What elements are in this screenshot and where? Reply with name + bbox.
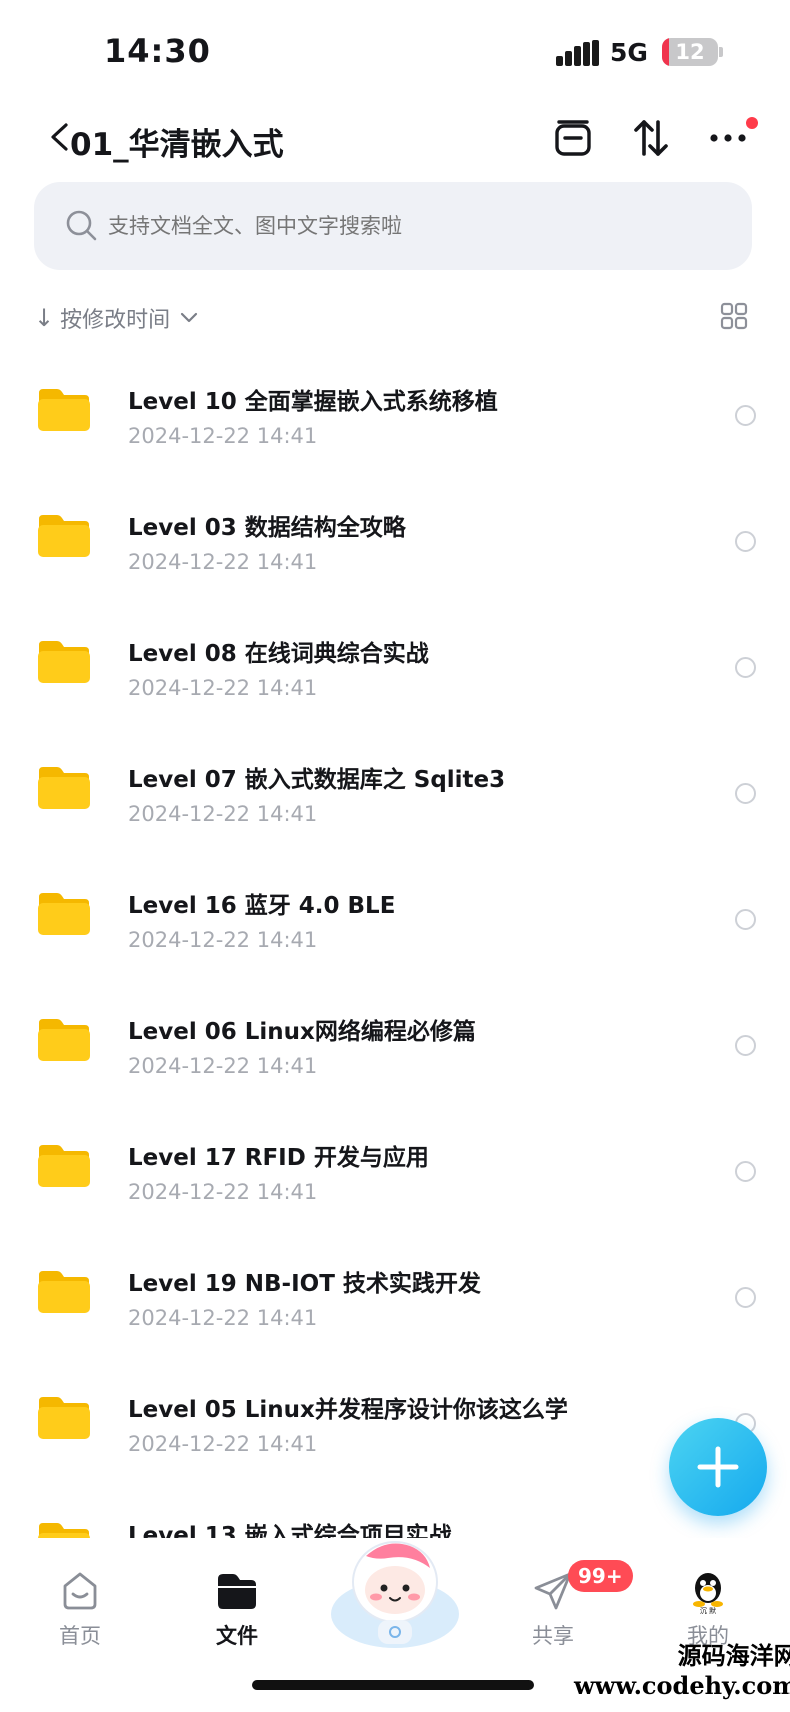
- watermark: 源码海洋网 www.codehy.com: [574, 1636, 790, 1700]
- file-name: Level 10 全面掌握嵌入式系统移植: [128, 389, 498, 415]
- watermark-url: www.codehy.com: [574, 1671, 790, 1700]
- file-name: Level 17 RFID 开发与应用: [128, 1145, 429, 1171]
- select-checkbox[interactable]: [735, 1035, 756, 1056]
- file-name: Level 07 嵌入式数据库之 Sqlite3: [128, 767, 506, 793]
- battery-level: 12: [675, 40, 705, 64]
- watermark-title: 源码海洋网: [677, 1641, 790, 1670]
- grid-view-icon[interactable]: [720, 302, 748, 330]
- network-label: 5G: [610, 38, 648, 67]
- tab-label: 文件: [216, 1624, 258, 1648]
- folder-icon: [38, 767, 90, 809]
- folder-icon: [218, 1574, 256, 1609]
- sort-toggle-icon[interactable]: [629, 116, 673, 160]
- status-time: 14:30: [104, 32, 211, 70]
- folder-icon: [38, 893, 90, 935]
- home-icon: [63, 1572, 97, 1610]
- file-row[interactable]: Level 08 在线词典综合实战 2024-12-22 14:41: [0, 600, 790, 726]
- chevron-down-icon: [181, 312, 198, 323]
- more-options-icon[interactable]: [706, 116, 750, 160]
- select-checkbox[interactable]: [735, 657, 756, 678]
- file-date: 2024-12-22 14:41: [128, 1180, 318, 1204]
- file-date: 2024-12-22 14:41: [128, 802, 318, 826]
- sort-selector[interactable]: ↓ 按修改时间: [34, 302, 198, 334]
- folder-icon: [38, 1145, 90, 1187]
- add-button[interactable]: [669, 1418, 767, 1516]
- select-checkbox[interactable]: [735, 783, 756, 804]
- folder-icon: [38, 1523, 90, 1538]
- transfer-list-icon[interactable]: [551, 116, 595, 160]
- notification-dot: [746, 117, 758, 129]
- file-date: 2024-12-22 14:41: [128, 1432, 318, 1456]
- file-name: Level 19 NB-IOT 技术实践开发: [128, 1271, 481, 1297]
- file-name: Level 16 蓝牙 4.0 BLE: [128, 893, 396, 919]
- file-name: Level 06 Linux网络编程必修篇: [128, 1019, 476, 1045]
- page-title: 01_华清嵌入式: [70, 127, 284, 163]
- status-bar: 14:30 5G 12: [0, 0, 790, 100]
- file-row[interactable]: Level 19 NB-IOT 技术实践开发 2024-12-22 14:41: [0, 1230, 790, 1356]
- select-checkbox[interactable]: [735, 909, 756, 930]
- search-icon: [66, 210, 97, 241]
- avatar-caption: 沉 默: [700, 1606, 716, 1614]
- file-name: Level 03 数据结构全攻略: [128, 515, 406, 541]
- search-input[interactable]: [108, 182, 708, 270]
- mascot-icon[interactable]: [326, 1532, 464, 1652]
- folder-icon: [38, 1397, 90, 1439]
- folder-icon: [38, 641, 90, 683]
- file-date: 2024-12-22 14:41: [128, 1054, 318, 1078]
- select-checkbox[interactable]: [735, 405, 756, 426]
- file-name: Level 08 在线词典综合实战: [128, 641, 429, 667]
- search-bar[interactable]: [34, 182, 752, 270]
- file-row[interactable]: Level 07 嵌入式数据库之 Sqlite3 2024-12-22 14:4…: [0, 726, 790, 852]
- share-notification-badge: 99+: [568, 1560, 633, 1592]
- file-row[interactable]: Level 16 蓝牙 4.0 BLE 2024-12-22 14:41: [0, 852, 790, 978]
- select-checkbox[interactable]: [735, 1287, 756, 1308]
- file-row[interactable]: Level 06 Linux网络编程必修篇 2024-12-22 14:41: [0, 978, 790, 1104]
- select-checkbox[interactable]: [735, 531, 756, 552]
- sort-direction-icon: ↓: [34, 304, 55, 332]
- folder-icon: [38, 1019, 90, 1061]
- file-date: 2024-12-22 14:41: [128, 550, 318, 574]
- tab-home[interactable]: 首页: [30, 1568, 130, 1650]
- tab-label: 首页: [59, 1624, 101, 1648]
- home-indicator: [252, 1680, 534, 1690]
- back-chevron-icon[interactable]: [48, 122, 72, 152]
- avatar-icon: 沉 默: [693, 1573, 723, 1614]
- file-date: 2024-12-22 14:41: [128, 1306, 318, 1330]
- folder-icon: [38, 1271, 90, 1313]
- file-row[interactable]: Level 17 RFID 开发与应用 2024-12-22 14:41: [0, 1104, 790, 1230]
- file-date: 2024-12-22 14:41: [128, 424, 318, 448]
- file-row[interactable]: Level 03 数据结构全攻略 2024-12-22 14:41: [0, 474, 790, 600]
- select-checkbox[interactable]: [735, 1161, 756, 1182]
- folder-icon: [38, 389, 90, 431]
- plus-icon: [697, 1446, 739, 1488]
- battery-cap: [719, 47, 723, 57]
- file-date: 2024-12-22 14:41: [128, 928, 318, 952]
- tab-label: 共享: [532, 1624, 574, 1648]
- file-row[interactable]: Level 10 全面掌握嵌入式系统移植 2024-12-22 14:41: [0, 348, 790, 474]
- file-row[interactable]: Level 13 嵌入式综合项目实战: [0, 1482, 790, 1538]
- sort-label: 按修改时间: [60, 308, 171, 333]
- battery-icon: 12: [662, 38, 718, 66]
- folder-icon: [38, 515, 90, 557]
- file-date: 2024-12-22 14:41: [128, 676, 318, 700]
- cellular-signal-icon: [556, 40, 600, 66]
- file-list: Level 10 全面掌握嵌入式系统移植 2024-12-22 14:41 Le…: [0, 348, 790, 1538]
- file-name: Level 05 Linux并发程序设计你该这么学: [128, 1397, 568, 1423]
- tab-files[interactable]: 文件: [187, 1568, 287, 1650]
